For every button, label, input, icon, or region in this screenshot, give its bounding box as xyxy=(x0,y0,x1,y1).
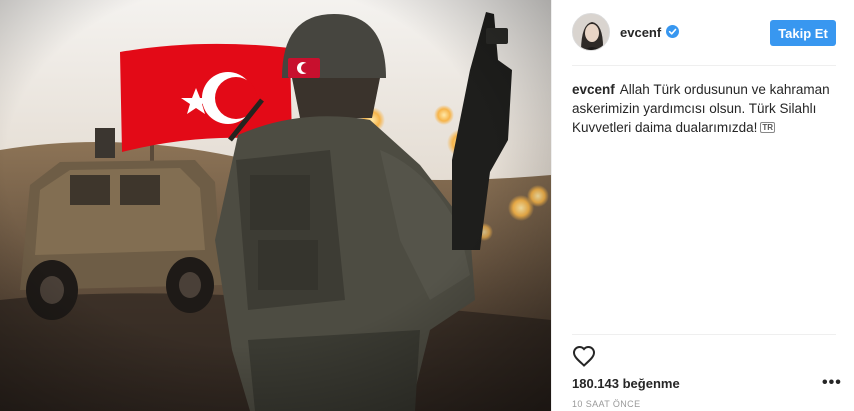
header-divider xyxy=(572,65,836,66)
post-photo-scene xyxy=(0,0,551,411)
post-caption: evcenf Allah Türk ordusunun ve kahraman … xyxy=(572,80,840,137)
post-timestamp[interactable]: 10 SAAT ÖNCE xyxy=(572,399,641,409)
likes-count[interactable]: 180.143 beğenme xyxy=(572,376,680,391)
username[interactable]: evcenf xyxy=(620,25,661,40)
follow-button[interactable]: Takip Et xyxy=(770,20,836,46)
actions-divider xyxy=(572,334,836,335)
post-sidebar: evcenf Takip Et evcenf Allah Türk ordusu… xyxy=(552,0,854,411)
avatar[interactable] xyxy=(572,13,610,51)
post-photo[interactable] xyxy=(0,0,551,411)
post-header: evcenf Takip Et xyxy=(552,0,854,66)
verified-badge-icon xyxy=(666,25,679,38)
more-options-button[interactable]: ••• xyxy=(822,375,842,391)
heart-icon[interactable] xyxy=(572,345,596,367)
avatar-image xyxy=(573,14,609,50)
caption-username[interactable]: evcenf xyxy=(572,82,615,97)
turkey-flag-emoji: TR xyxy=(760,122,776,133)
